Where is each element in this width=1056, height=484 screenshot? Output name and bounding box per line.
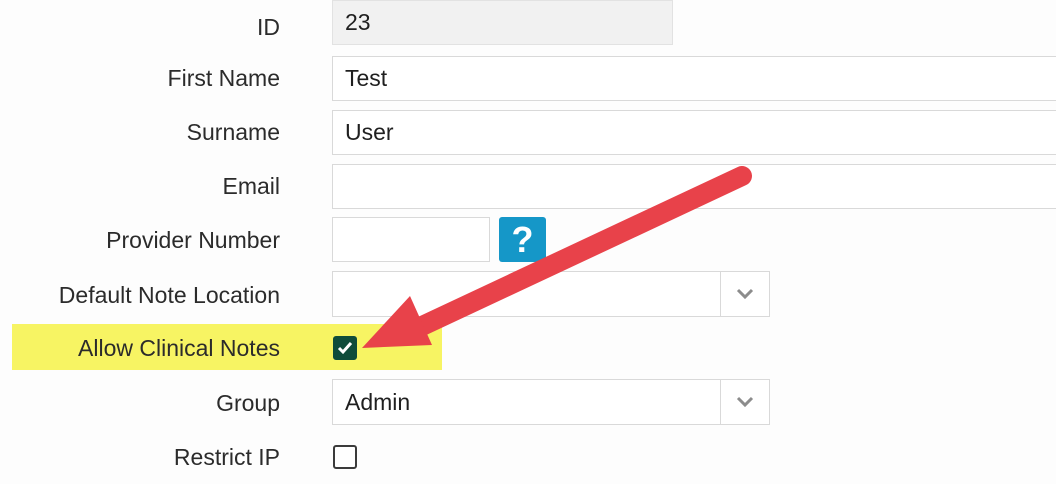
id-field <box>332 0 673 45</box>
default-note-location-select[interactable] <box>332 271 770 317</box>
restrict-ip-label: Restrict IP <box>173 443 280 470</box>
chevron-down-icon[interactable] <box>720 272 769 316</box>
form-row-id: ID <box>0 0 1056 54</box>
form-row-surname: Surname <box>0 105 1056 159</box>
form-row-allow-clinical-notes: Allow Clinical Notes <box>0 321 1056 375</box>
group-select[interactable]: Admin <box>332 379 770 425</box>
chevron-down-icon[interactable] <box>720 380 769 424</box>
email-field[interactable] <box>332 164 1056 209</box>
first-name-label: First Name <box>167 64 280 91</box>
first-name-field[interactable] <box>332 56 1056 101</box>
default-note-location-label: Default Note Location <box>58 281 280 308</box>
help-icon-glyph: ? <box>511 218 534 260</box>
id-label: ID <box>257 13 280 40</box>
surname-field[interactable] <box>332 110 1056 155</box>
group-value: Admin <box>345 388 411 415</box>
form-row-first-name: First Name <box>0 51 1056 105</box>
provider-number-field[interactable] <box>332 217 490 262</box>
form-row-group: Group Admin <box>0 376 1056 430</box>
form-row-restrict-ip: Restrict IP <box>0 430 1056 484</box>
surname-label: Surname <box>186 118 280 145</box>
form-row-default-note-location: Default Note Location <box>0 268 1056 322</box>
provider-number-label: Provider Number <box>106 226 280 253</box>
group-label: Group <box>216 389 280 416</box>
form-row-email: Email <box>0 159 1056 213</box>
restrict-ip-checkbox[interactable] <box>333 445 357 469</box>
check-icon <box>337 342 353 355</box>
help-icon[interactable]: ? <box>499 217 546 262</box>
email-label: Email <box>222 172 280 199</box>
allow-clinical-notes-label: Allow Clinical Notes <box>78 334 280 361</box>
allow-clinical-notes-checkbox[interactable] <box>333 336 357 360</box>
